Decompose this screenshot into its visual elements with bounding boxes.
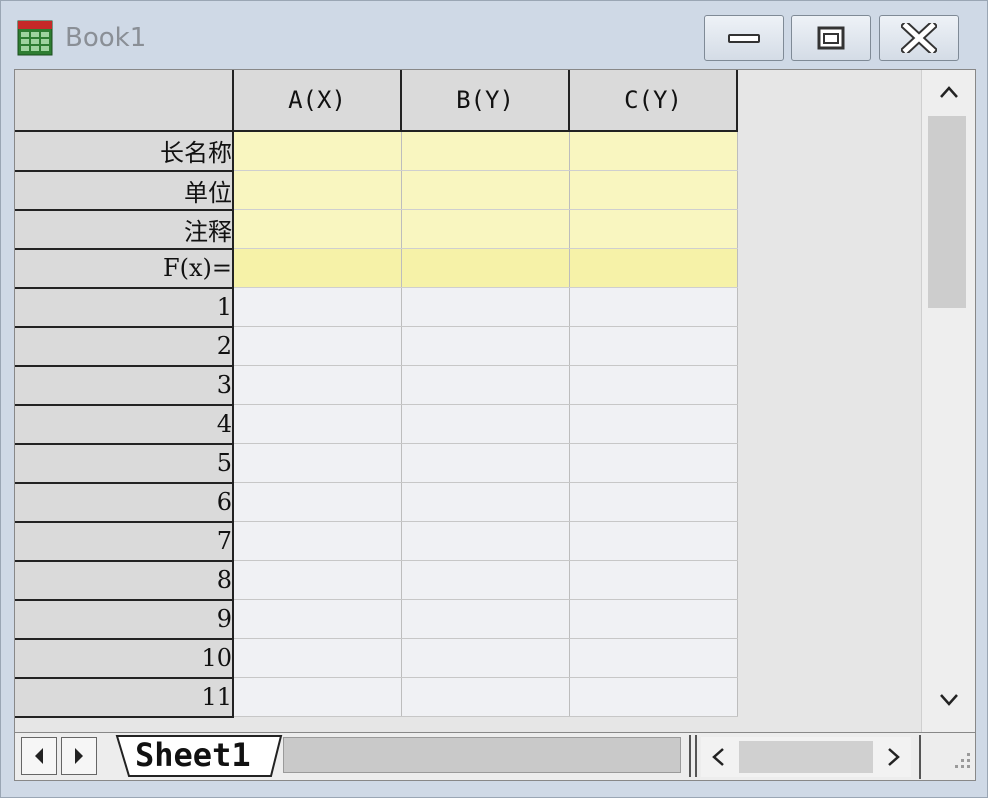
cell-a3[interactable]	[233, 365, 402, 405]
row-header-9[interactable]: 9	[15, 599, 234, 640]
select-all-corner[interactable]	[15, 70, 234, 132]
long-name-cell-a[interactable]	[233, 131, 402, 171]
scroll-up-button[interactable]	[922, 70, 975, 114]
cell-a11[interactable]	[233, 677, 402, 717]
column-header-c[interactable]: C(Y)	[569, 70, 738, 132]
sheet-tab-sheet1[interactable]: Sheet1	[115, 735, 283, 777]
comments-cell-a[interactable]	[233, 209, 402, 249]
row-header-formula[interactable]: F(x)=	[15, 248, 234, 289]
maximize-icon	[817, 26, 845, 50]
sheet-tab-label: Sheet1	[135, 736, 251, 774]
cell-b5[interactable]	[401, 443, 570, 483]
cell-c8[interactable]	[569, 560, 738, 600]
row-header-4[interactable]: 4	[15, 404, 234, 445]
row-header-3[interactable]: 3	[15, 365, 234, 406]
cell-b9[interactable]	[401, 599, 570, 639]
row-header-long-name[interactable]: 长名称	[15, 131, 234, 172]
long-name-cell-b[interactable]	[401, 131, 570, 171]
chevron-down-icon	[940, 694, 958, 706]
row-header-5[interactable]: 5	[15, 443, 234, 484]
minimize-icon	[728, 34, 760, 43]
long-name-cell-c[interactable]	[569, 131, 738, 171]
scroll-down-button[interactable]	[922, 678, 975, 722]
sheet-tab-bar: Sheet1	[14, 733, 976, 781]
cell-c5[interactable]	[569, 443, 738, 483]
units-cell-b[interactable]	[401, 170, 570, 210]
row-header-8[interactable]: 8	[15, 560, 234, 601]
cell-c4[interactable]	[569, 404, 738, 444]
cell-b3[interactable]	[401, 365, 570, 405]
cell-a6[interactable]	[233, 482, 402, 522]
cell-b4[interactable]	[401, 404, 570, 444]
units-cell-a[interactable]	[233, 170, 402, 210]
row-header-comments[interactable]: 注释	[15, 209, 234, 250]
cell-b1[interactable]	[401, 287, 570, 327]
chevron-right-icon	[75, 748, 83, 764]
workbook-icon	[17, 20, 53, 56]
cell-a9[interactable]	[233, 599, 402, 639]
cell-b8[interactable]	[401, 560, 570, 600]
previous-sheet-button[interactable]	[21, 737, 57, 775]
cell-c10[interactable]	[569, 638, 738, 678]
close-icon	[901, 23, 937, 53]
column-header-b[interactable]: B(Y)	[401, 70, 570, 132]
cell-c3[interactable]	[569, 365, 738, 405]
cell-c9[interactable]	[569, 599, 738, 639]
cell-c7[interactable]	[569, 521, 738, 561]
horizontal-scroll-thumb[interactable]	[739, 741, 873, 773]
formula-cell-c[interactable]	[569, 248, 738, 288]
cell-b6[interactable]	[401, 482, 570, 522]
cell-a8[interactable]	[233, 560, 402, 600]
units-cell-c[interactable]	[569, 170, 738, 210]
cell-a10[interactable]	[233, 638, 402, 678]
title-bar[interactable]: Book1	[1, 1, 987, 69]
horizontal-scrollbar[interactable]	[701, 737, 911, 777]
close-button[interactable]	[879, 15, 959, 61]
tab-scroll-splitter[interactable]	[689, 735, 697, 777]
formula-cell-a[interactable]	[233, 248, 402, 288]
vertical-scrollbar[interactable]	[921, 70, 975, 732]
chevron-up-icon	[940, 86, 958, 98]
cell-a1[interactable]	[233, 287, 402, 327]
scroll-right-button[interactable]	[877, 737, 911, 777]
cell-a2[interactable]	[233, 326, 402, 366]
cell-b2[interactable]	[401, 326, 570, 366]
chevron-left-icon	[712, 748, 724, 766]
cell-c6[interactable]	[569, 482, 738, 522]
minimize-button[interactable]	[704, 15, 784, 61]
worksheet-grid: A(X) B(Y) C(Y) 长名称 单位 注释 F(x)= 1 2 3 4 5…	[14, 69, 976, 733]
row-header-6[interactable]: 6	[15, 482, 234, 523]
worksheet-table: A(X) B(Y) C(Y) 长名称 单位 注释 F(x)= 1 2 3 4 5…	[15, 70, 738, 718]
cell-c11[interactable]	[569, 677, 738, 717]
column-header-a[interactable]: A(X)	[233, 70, 402, 132]
window-title: Book1	[65, 23, 147, 53]
comments-cell-c[interactable]	[569, 209, 738, 249]
workbook-window: Book1 A(X) B(Y) C(Y) 长名称 单位 注释 F(x)= 1 2…	[0, 0, 988, 798]
chevron-left-icon	[35, 748, 43, 764]
row-header-7[interactable]: 7	[15, 521, 234, 562]
row-header-1[interactable]: 1	[15, 287, 234, 328]
scroll-left-button[interactable]	[701, 737, 735, 777]
resize-grip-icon	[955, 753, 970, 768]
next-sheet-button[interactable]	[61, 737, 97, 775]
row-header-2[interactable]: 2	[15, 326, 234, 367]
formula-cell-b[interactable]	[401, 248, 570, 288]
cell-a7[interactable]	[233, 521, 402, 561]
cell-b7[interactable]	[401, 521, 570, 561]
cell-c2[interactable]	[569, 326, 738, 366]
tab-strip-area	[283, 737, 681, 773]
row-header-11[interactable]: 11	[15, 677, 234, 718]
cell-b11[interactable]	[401, 677, 570, 717]
row-header-units[interactable]: 单位	[15, 170, 234, 211]
cell-c1[interactable]	[569, 287, 738, 327]
chevron-right-icon	[888, 748, 900, 766]
comments-cell-b[interactable]	[401, 209, 570, 249]
row-header-10[interactable]: 10	[15, 638, 234, 679]
maximize-button[interactable]	[791, 15, 871, 61]
vertical-scroll-thumb[interactable]	[928, 116, 966, 308]
resize-grip[interactable]	[919, 735, 975, 779]
cell-a5[interactable]	[233, 443, 402, 483]
cell-b10[interactable]	[401, 638, 570, 678]
cell-a4[interactable]	[233, 404, 402, 444]
